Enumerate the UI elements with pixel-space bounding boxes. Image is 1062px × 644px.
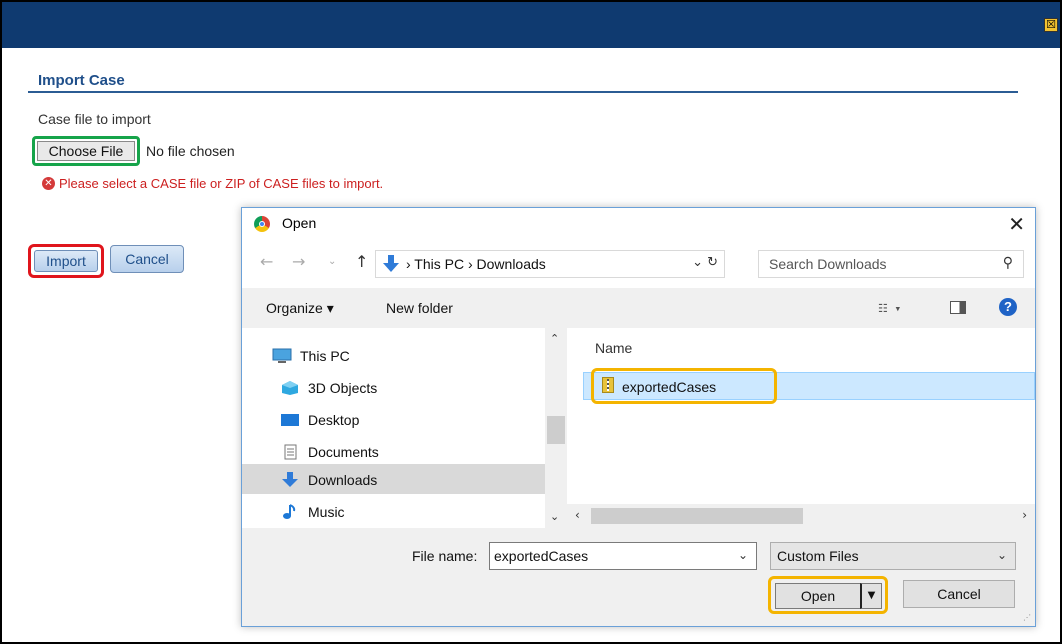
dialog-toolbar: Organize ▾ New folder ☷ ▾ ? xyxy=(242,288,1035,328)
open-file-dialog: Open ✕ ← → ⌄ ↑ › This PC › Downloads ⌄ ↻… xyxy=(241,207,1036,627)
search-downloads-input[interactable]: Search Downloads ⚲ xyxy=(758,250,1024,278)
preview-pane-icon[interactable] xyxy=(950,301,966,314)
column-header-name[interactable]: Name xyxy=(595,340,632,356)
close-icon[interactable]: ☒ xyxy=(1044,18,1058,32)
navigation-row: ← → ⌄ ↑ › This PC › Downloads ⌄ ↻ Search… xyxy=(242,240,1035,288)
music-icon xyxy=(283,504,296,519)
forward-arrow-icon[interactable]: → xyxy=(292,252,305,271)
tree-item-desktop[interactable]: Desktop xyxy=(280,408,359,432)
organize-button[interactable]: Organize ▾ xyxy=(266,300,334,317)
breadcrumb: › This PC › Downloads xyxy=(406,256,546,272)
refresh-icon[interactable]: ⌄ ↻ xyxy=(692,255,718,270)
choose-file-button[interactable]: Choose File xyxy=(37,141,135,161)
search-placeholder: Search Downloads xyxy=(769,256,887,272)
header-bar: ☒ xyxy=(2,2,1060,48)
page-title: Import Case xyxy=(38,72,125,89)
file-name-value: exportedCases xyxy=(494,548,589,564)
cube-icon xyxy=(282,381,298,395)
hscroll-thumb[interactable] xyxy=(591,508,803,524)
dialog-cancel-button[interactable]: Cancel xyxy=(903,580,1015,608)
file-type-select[interactable]: Custom Files ⌄ xyxy=(770,542,1016,570)
open-dropdown-icon[interactable]: ▼ xyxy=(860,583,882,609)
file-type-value: Custom Files xyxy=(777,548,859,564)
view-options-icon[interactable]: ☷ ▾ xyxy=(878,302,901,315)
file-list-horizontal-scrollbar[interactable]: ‹ › xyxy=(567,504,1035,528)
help-icon[interactable]: ? xyxy=(999,298,1017,316)
open-button[interactable]: Open xyxy=(775,583,861,609)
tree-item-documents[interactable]: Documents xyxy=(280,440,379,464)
file-list-pane: Name exportedCases xyxy=(567,328,1035,504)
pc-icon xyxy=(272,348,292,363)
choose-file-highlight: Choose File xyxy=(32,136,140,166)
file-name-label: File name: xyxy=(412,548,478,564)
navigation-pane: This PC 3D Objects Desktop Documents Dow… xyxy=(242,328,545,528)
tree-item-label: This PC xyxy=(300,348,350,364)
tree-item-3d-objects[interactable]: 3D Objects xyxy=(280,376,377,400)
open-highlight: Open ▼ xyxy=(768,576,888,614)
desktop-icon xyxy=(281,414,299,426)
tree-vertical-scrollbar[interactable]: ⌃ ⌄ xyxy=(545,328,567,528)
no-file-text: No file chosen xyxy=(146,143,235,159)
tree-item-this-pc[interactable]: This PC xyxy=(272,344,350,368)
file-highlight xyxy=(591,368,777,404)
tree-item-label: Documents xyxy=(308,444,379,460)
search-icon: ⚲ xyxy=(1002,255,1013,271)
scroll-thumb[interactable] xyxy=(547,416,565,444)
app-window: ☒ Import Case Case file to import Choose… xyxy=(0,0,1062,644)
scroll-up-icon[interactable]: ⌃ xyxy=(550,332,559,345)
import-button[interactable]: Import xyxy=(34,250,98,272)
tree-item-label: Music xyxy=(308,504,345,520)
title-divider xyxy=(28,91,1018,93)
download-icon xyxy=(282,472,298,487)
case-file-label: Case file to import xyxy=(38,111,151,127)
chevron-down-icon: ⌄ xyxy=(996,548,1007,562)
address-bar[interactable]: › This PC › Downloads ⌄ ↻ xyxy=(375,250,725,278)
downloads-icon xyxy=(383,255,399,272)
dialog-close-icon[interactable]: ✕ xyxy=(1008,212,1025,236)
tree-item-downloads[interactable]: Downloads xyxy=(280,468,377,492)
scroll-right-icon[interactable]: › xyxy=(1022,508,1027,522)
chevron-down-icon[interactable]: ⌄ xyxy=(738,548,748,562)
scroll-down-icon[interactable]: ⌄ xyxy=(550,510,559,523)
up-arrow-icon[interactable]: ↑ xyxy=(355,252,368,271)
tree-item-label: 3D Objects xyxy=(308,380,378,396)
import-highlight: Import xyxy=(28,244,104,278)
error-text: Please select a CASE file or ZIP of CASE… xyxy=(59,176,384,191)
cancel-button[interactable]: Cancel xyxy=(110,245,184,273)
tree-item-music[interactable]: Music xyxy=(280,500,345,524)
error-icon: ✕ xyxy=(42,177,55,190)
new-folder-button[interactable]: New folder xyxy=(386,300,453,316)
error-message: ✕ Please select a CASE file or ZIP of CA… xyxy=(42,176,383,191)
back-arrow-icon[interactable]: ← xyxy=(260,252,273,271)
dialog-title: Open xyxy=(282,215,317,231)
tree-item-label: Downloads xyxy=(308,472,378,488)
tree-item-label: Desktop xyxy=(308,412,360,428)
chrome-icon xyxy=(254,216,270,232)
file-name-input[interactable]: exportedCases ⌄ xyxy=(489,542,757,570)
resize-grip-icon[interactable]: ⋰ xyxy=(1023,613,1031,622)
document-icon xyxy=(284,444,297,460)
scroll-left-icon[interactable]: ‹ xyxy=(575,508,580,522)
recent-locations-icon[interactable]: ⌄ xyxy=(328,256,336,267)
dialog-titlebar: Open ✕ xyxy=(242,208,1035,240)
